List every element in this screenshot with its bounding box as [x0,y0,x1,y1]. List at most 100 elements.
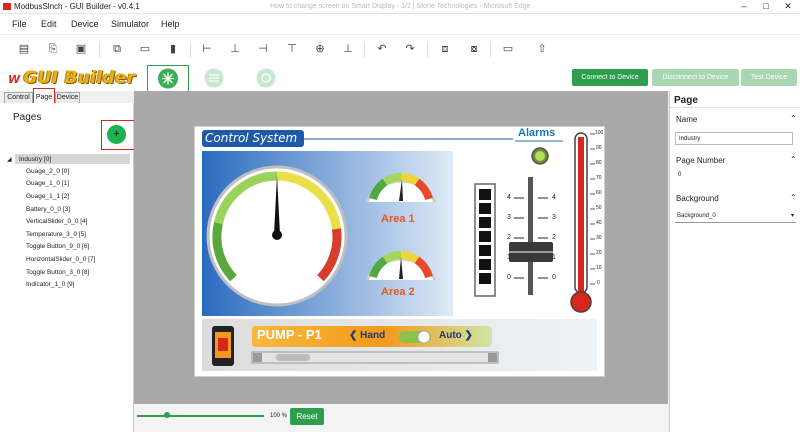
copy-icon[interactable]: ⧉ [111,43,123,55]
page-number-value: 0 [678,172,682,178]
tree-item[interactable]: Toggle Button_3_0 [8] [26,269,89,276]
background-window-title: How to change screen on Smart Display - … [270,3,531,10]
collapse-background-icon[interactable]: ⌃ [790,193,797,202]
menu-file[interactable]: File [12,19,27,29]
thermo-scale-label: 10 [596,265,602,271]
view-settings-button[interactable] [255,68,277,93]
brand-logo: W GUI Builder [8,68,136,88]
view-design-button[interactable] [147,65,189,92]
align-middle-icon[interactable]: ⊕ [314,43,326,55]
undo-icon[interactable]: ↶ [376,43,388,55]
thermo-scale-label: 80 [596,160,602,166]
bring-front-icon[interactable]: ⧈ [439,43,451,55]
slider-scale-left: 3 [507,214,511,221]
paste-icon[interactable]: ▭ [139,43,151,55]
disconnect-device-button[interactable]: Disconnect to Device [652,69,739,86]
collapse-name-icon[interactable]: ⌃ [790,114,797,123]
hmi-area2-label: Area 2 [381,286,415,298]
slider-scale-left: 4 [507,194,511,201]
minimize-icon[interactable]: – [733,0,755,13]
tree-item[interactable]: HorizontalSlider_0_0 [7] [26,256,95,263]
new-page-icon[interactable]: ▤ [18,43,30,55]
zoom-reset-button[interactable]: Reset [290,408,324,425]
tree-item[interactable]: Guage_1_0 [1] [26,180,69,187]
hmi-banner-title: Control System [205,131,298,145]
slider-scale-right: 0 [552,274,556,281]
menu-simulator[interactable]: Simulator [111,19,149,29]
tree-item[interactable]: Indicator_1_0 [9] [26,281,74,288]
settings-view-icon [256,68,276,88]
delete-icon[interactable]: ▮ [167,43,179,55]
toolbar: ▤ ⎘ ▣ ⧉ ▭ ▮ ⊢ ⊥ ⊣ ⊤ ⊕ ⊥ ↶ ↷ ⧈ ⧇ ▭ ⇧ [0,35,800,65]
background-label: Background [676,194,719,203]
save-icon[interactable]: ▣ [75,43,87,55]
menu-bar: File Edit Device Simulator Help [0,14,800,34]
hmi-pump-label: PUMP - P1 [257,327,322,342]
name-section-label: Name [676,115,698,124]
design-view-icon [158,68,178,89]
window-title: ModbusSlnch - GUI Builder - v0.4.1 [14,2,140,11]
title-bar: ModbusSlnch - GUI Builder - v0.4.1 How t… [0,0,800,14]
app-icon [3,3,11,10]
collapse-page-number-icon[interactable]: ⌃ [790,155,797,164]
slider-scale-right: 3 [552,214,556,221]
hmi-area1-label: Area 1 [381,213,415,225]
thermo-scale-label: 50 [596,205,602,211]
hmi-hand-label: ❮ Hand [349,330,386,341]
tree-item[interactable]: Guage_2_0 [0] [26,168,69,175]
slider-scale-right: 1 [552,254,556,261]
tree-item-industry[interactable]: Industry [0] [19,156,51,163]
zoom-value-label: 100 % [270,413,288,419]
slider-scale-right: 4 [552,194,556,201]
slider-scale-left: 0 [507,274,511,281]
properties-panel: Page Name ⌃ Industry Page Number ⌃ 0 Bac… [669,91,800,432]
send-back-icon[interactable]: ⧇ [468,43,480,55]
thermo-scale-label: 90 [596,145,602,151]
align-center-icon[interactable]: ⊥ [229,43,241,55]
add-page-button[interactable]: + [107,125,126,144]
close-icon[interactable]: ✕ [777,0,799,13]
menu-device[interactable]: Device [71,19,99,29]
redo-icon[interactable]: ↷ [404,43,416,55]
hmi-auto-label: Auto ❯ [439,330,473,341]
pages-heading: Pages [13,112,42,123]
list-view-icon [204,68,224,88]
slider-scale-left: 1 [507,254,511,261]
maximize-icon[interactable]: □ [755,0,777,13]
thermo-scale-label: 70 [596,175,602,181]
dropdown-arrow-icon: ▾ [790,213,794,219]
slider-scale-left: 2 [507,234,511,241]
hmi-page-preview[interactable]: Control System Alarms Area 1 Area 2 PUMP… [194,126,605,377]
thermo-scale-label: 0 [597,280,600,286]
view-list-button[interactable] [203,68,225,93]
tree-item[interactable]: Temperature_3_0 [5] [26,231,86,238]
tree-item[interactable]: VerticalSlider_0_0 [4] [26,218,87,225]
page-name-input[interactable]: Industry [675,132,793,145]
connect-device-button[interactable]: Connect to Device [572,69,648,86]
preview-icon[interactable]: ▭ [502,43,514,55]
tab-page[interactable]: Page [33,88,55,104]
upload-icon[interactable]: ⇧ [536,43,548,55]
thermo-scale-label: 40 [596,220,602,226]
slider-scale-right: 2 [552,234,556,241]
hmi-alarms-label: Alarms [518,127,556,139]
background-select[interactable]: Background_0 ▾ [675,210,796,223]
tree-item[interactable]: Guage_1_1 [2] [26,193,69,200]
zoom-slider-handle[interactable] [164,412,171,418]
properties-title: Page [674,95,698,106]
test-device-button[interactable]: Test Device [741,69,797,86]
zoom-slider-track[interactable] [137,415,264,417]
align-right-icon[interactable]: ⊣ [257,43,269,55]
open-file-icon[interactable]: ⎘ [47,43,59,55]
menu-help[interactable]: Help [161,19,180,29]
thermo-scale-label: 30 [596,235,602,241]
thermo-scale-label: 60 [596,190,602,196]
menu-edit[interactable]: Edit [41,19,57,29]
pages-panel: Pages + ◢ Industry [0] Guage_2_0 [0] Gua… [0,103,135,432]
tree-item[interactable]: Toggle Button_9_0 [6] [26,243,89,250]
align-bottom-icon[interactable]: ⊥ [342,43,354,55]
tree-item[interactable]: Battery_0_0 [3] [26,206,70,213]
align-left-icon[interactable]: ⊢ [201,43,213,55]
align-top-icon[interactable]: ⊤ [286,43,298,55]
tree-expand-icon[interactable]: ◢ [7,156,12,163]
